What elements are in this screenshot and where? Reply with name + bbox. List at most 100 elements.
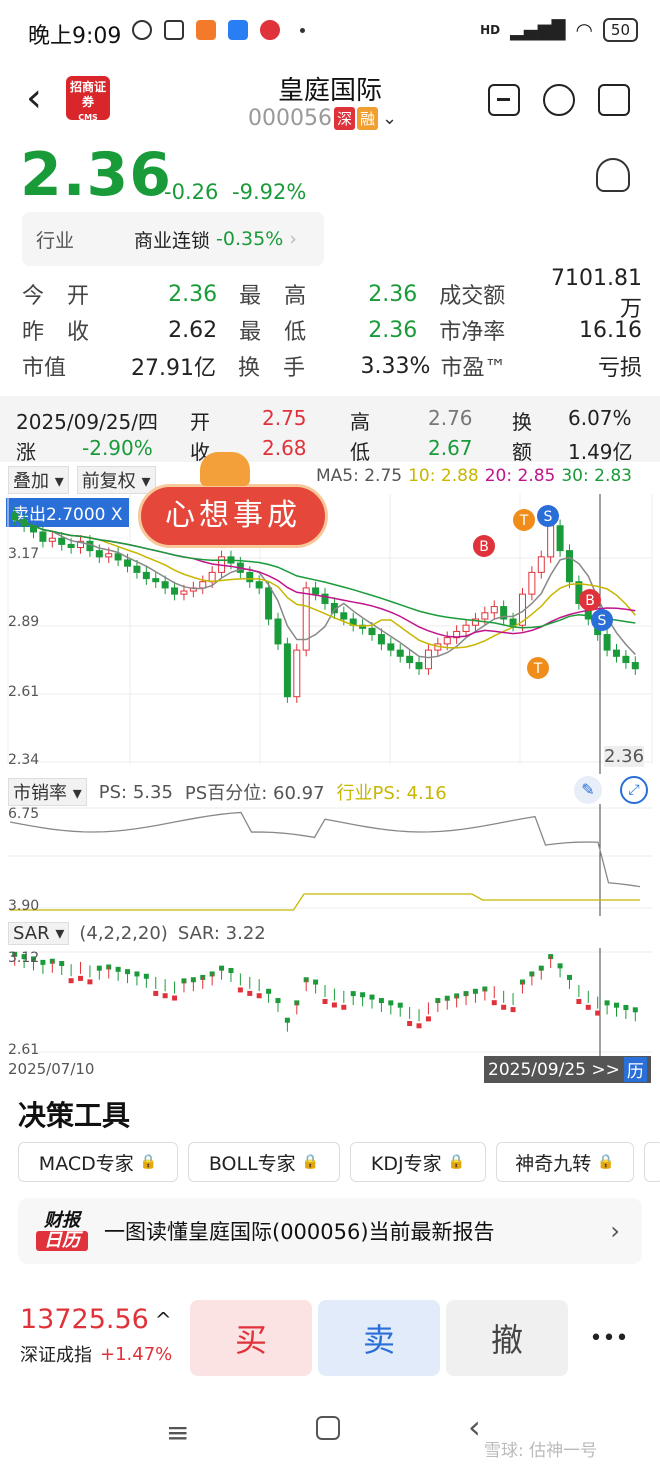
- chevron-up-icon: ^: [154, 1307, 172, 1332]
- lock-icon: 🔒: [447, 1154, 466, 1170]
- kline-y-3: 2.61: [8, 684, 40, 700]
- tools-title: 决策工具: [18, 1099, 131, 1132]
- industry-ps: 行业PS: 4.16: [336, 783, 447, 804]
- menu-icon[interactable]: ≡: [166, 1416, 189, 1449]
- report-badge-top: 财报: [44, 1210, 80, 1231]
- lock-icon: 🔒: [301, 1154, 320, 1170]
- kline-chart[interactable]: BT SBST: [0, 494, 660, 774]
- stock-code-row[interactable]: 000056 深 融 ⌄: [248, 106, 397, 131]
- sar-dot: [162, 993, 168, 999]
- index-value: 13725.56: [20, 1304, 149, 1335]
- kline-last-price: 2.36: [604, 746, 645, 767]
- market-tag: 深: [333, 107, 355, 130]
- quote-stats: 今 开 2.36 最 高 2.36 成交额 7101.81万 昨 收 2.62 …: [22, 266, 642, 384]
- candle-body: [490, 606, 498, 614]
- back-nav-icon[interactable]: ‹: [468, 1408, 481, 1446]
- kline-markers: BT SBST: [473, 505, 613, 679]
- candle-body: [509, 618, 517, 626]
- minus-watchlist-icon[interactable]: [488, 84, 520, 116]
- ps-line: [9, 811, 641, 888]
- tool-label: MACD专家: [38, 1152, 134, 1175]
- stat-label: 最 低: [239, 320, 315, 345]
- sar-dot: [247, 990, 253, 996]
- stat-value: 2.36: [168, 281, 218, 307]
- candle-body: [565, 550, 573, 583]
- battery-icon: 50: [602, 18, 638, 42]
- candle-body: [95, 550, 103, 558]
- ma10-line: [14, 518, 636, 649]
- chevron-right-icon: ›: [610, 1217, 620, 1245]
- stat-value: 2.62: [168, 317, 218, 343]
- signal-marker-label: B: [585, 593, 595, 609]
- candle-body: [265, 587, 273, 620]
- industry-pct: -0.35%: [216, 228, 284, 250]
- cell-bars-icon: ▂▄▆█: [510, 19, 566, 41]
- edit-pencil-icon[interactable]: ✎: [574, 776, 602, 804]
- tool-nine[interactable]: 神奇九转 🔒: [496, 1142, 634, 1182]
- history-button[interactable]: 历: [623, 1057, 647, 1082]
- status-right: HD ▂▄▆█ ◠ 50: [480, 18, 638, 42]
- candle-body: [537, 556, 545, 573]
- stat-value: 16.16: [579, 317, 642, 343]
- home-icon[interactable]: [316, 1416, 340, 1440]
- lock-icon: 🔒: [139, 1154, 158, 1170]
- wifi-icon: ◠: [575, 18, 593, 42]
- expand-icon[interactable]: ⤢: [620, 776, 648, 804]
- status-app-icons: [132, 20, 305, 40]
- stat-value: 2.36: [368, 281, 418, 307]
- tool-boll[interactable]: BOLL专家 🔒: [188, 1142, 340, 1182]
- x-axis-end-date: 2025/09/25 >>: [488, 1059, 620, 1080]
- candle-body: [180, 590, 188, 595]
- buy-button[interactable]: 买: [190, 1300, 312, 1376]
- candle-body: [631, 662, 639, 670]
- sar-dot: [237, 987, 243, 993]
- sticker-banner: 心想事成: [138, 484, 328, 548]
- signal-marker-label: T: [519, 513, 529, 529]
- tool-kdj[interactable]: KDJ专家 🔒: [350, 1142, 486, 1182]
- day-value: 2.75: [262, 406, 307, 430]
- overlay-label: 叠加: [13, 471, 49, 492]
- tool-macd[interactable]: MACD专家 🔒: [18, 1142, 178, 1182]
- adjust-label: 前复权: [81, 471, 136, 492]
- candle-body: [377, 634, 385, 645]
- industry-chip[interactable]: 行业 商业连锁 -0.35% ›: [22, 212, 324, 266]
- sar-dot: [510, 1007, 516, 1013]
- candle-body: [124, 559, 132, 567]
- share-icon[interactable]: [598, 84, 630, 116]
- kline-toolbar: 叠加 ▾ 前复权 ▾: [8, 466, 156, 494]
- tool-more[interactable]: [644, 1142, 660, 1182]
- system-navbar: ≡ ‹ 雪球: 估神一号: [0, 1398, 660, 1467]
- overlay-dropdown[interactable]: 叠加 ▾: [8, 466, 69, 494]
- sar-dot: [153, 990, 159, 996]
- ma20-value: 20: 2.85: [484, 466, 556, 486]
- alert-bell-icon[interactable]: [596, 158, 630, 192]
- candle-body: [171, 587, 179, 595]
- day-value: 2.76: [428, 406, 473, 430]
- candle-body: [39, 531, 47, 542]
- search-icon[interactable]: [543, 84, 575, 116]
- stat-value: 7101.81万: [551, 265, 642, 322]
- sar-y-bottom: 2.61: [8, 1042, 40, 1058]
- report-badge-bottom: 日历: [36, 1231, 88, 1251]
- day-label: 额: [512, 440, 532, 464]
- ps-dropdown[interactable]: 市销率 ▾: [8, 778, 87, 806]
- industry-name: 商业连锁: [134, 229, 211, 252]
- candle-body: [556, 525, 564, 552]
- signal-icon: HD: [480, 23, 501, 37]
- index-quote[interactable]: 13725.56 ^ 深证成指 +1.47%: [20, 1304, 172, 1367]
- more-button[interactable]: •••: [578, 1300, 640, 1376]
- x-axis-start: 2025/07/10: [8, 1060, 95, 1078]
- stat-label: 市净率: [439, 320, 506, 345]
- stat-label: 换 手: [238, 356, 314, 381]
- x-axis-end[interactable]: 2025/09/25 >> 历: [484, 1056, 651, 1083]
- sar-params: (4,2,2,20): [79, 923, 168, 944]
- sar-chart: [8, 948, 652, 1060]
- day-label: 低: [350, 440, 370, 464]
- candle-body: [415, 662, 423, 670]
- signal-marker-label: S: [544, 509, 553, 525]
- report-card[interactable]: 财报 日历 一图读懂皇庭国际(000056)当前最新报告 ›: [18, 1198, 642, 1264]
- sar-dropdown[interactable]: SAR ▾: [8, 922, 70, 945]
- adjust-dropdown[interactable]: 前复权 ▾: [76, 466, 156, 494]
- cancel-order-button[interactable]: 撤: [446, 1300, 568, 1376]
- sell-button[interactable]: 卖: [318, 1300, 440, 1376]
